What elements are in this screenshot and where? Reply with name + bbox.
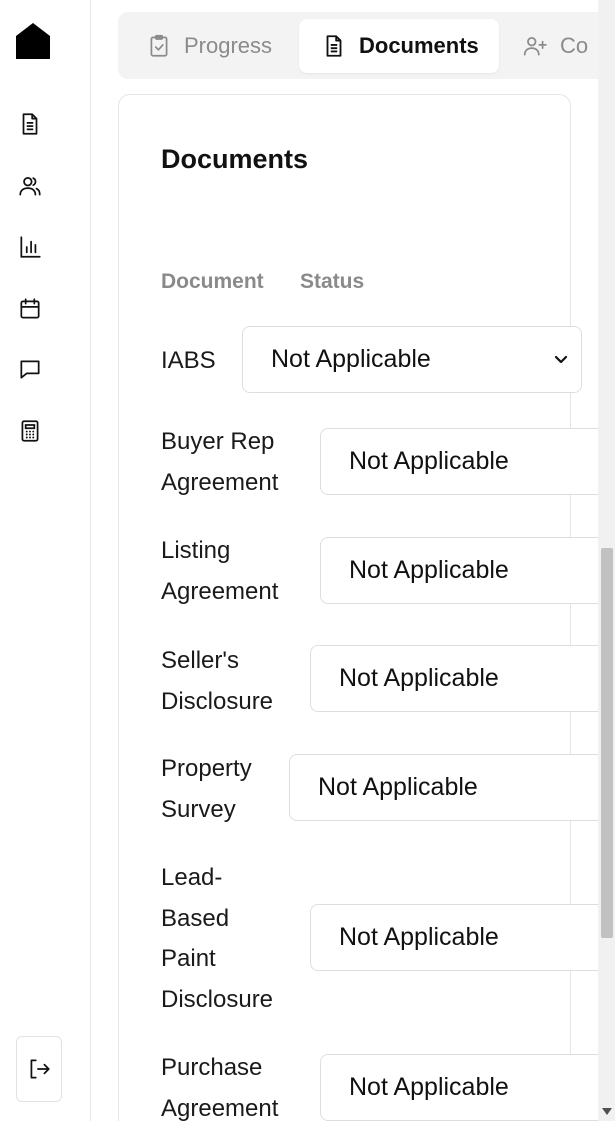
document-name: Seller's Disclosure [161,641,273,722]
clipboard-check-icon [150,34,168,57]
document-name: Purchase Agreement [161,1048,278,1121]
column-header-status: Status [300,270,365,293]
document-name-line: Property [161,755,252,782]
status-value: Not Applicable [318,773,478,801]
status-select[interactable]: Not Applicable [289,754,615,821]
scrollbar-thumb[interactable] [601,548,613,938]
status-value: Not Applicable [339,664,499,692]
document-icon [326,35,342,57]
logout-icon [30,1059,50,1079]
calendar-icon[interactable] [14,293,46,325]
document-name-line: Seller's [161,647,239,674]
document-name-line: Agreement [161,577,279,605]
status-select[interactable]: Not Applicable [320,537,615,604]
document-name-line: Survey [161,795,236,823]
status-value: Not Applicable [349,1073,509,1101]
home-icon[interactable] [15,22,51,60]
tab-contacts-label: Co [560,33,589,58]
status-value: Not Applicable [349,556,509,584]
calculator-icon[interactable] [14,415,46,447]
status-value: Not Applicable [339,923,499,951]
status-select[interactable]: Not Applicable [310,645,615,712]
document-name-line: IABS [161,347,216,374]
status-select[interactable]: Not Applicable [310,904,615,971]
chevron-down-icon [554,355,568,364]
tab-documents-label: Documents [359,33,479,58]
status-value: Not Applicable [271,345,431,373]
status-select[interactable]: Not Applicable [320,1054,615,1121]
tab-progress-label: Progress [184,33,273,58]
status-value: Not Applicable [349,447,509,475]
bar-chart-icon[interactable] [14,231,46,263]
document-name-line: Agreement [161,1094,279,1121]
document-name-line: Listing [161,537,231,564]
document-name: Lead- Based Paint Disclosure [161,858,273,1020]
document-name-line: Lead- [161,864,223,891]
tab-documents[interactable]: Documents [299,19,499,73]
document-name: Listing Agreement [161,531,278,612]
document-name-line: Disclosure [161,687,274,715]
column-header-document: Document [161,270,264,293]
users-icon[interactable] [14,170,46,202]
tab-bar: Progress Documents Co [118,12,615,79]
page-title: Documents [161,144,309,174]
document-name: Buyer Rep Agreement [161,422,278,503]
document-name-line: Purchase [161,1054,263,1081]
document-name-line: Based [161,904,230,932]
user-plus-icon [523,37,547,56]
status-select[interactable]: Not Applicable [320,428,615,495]
chat-icon[interactable] [14,353,46,385]
document-name-line: Buyer Rep [161,428,275,455]
status-select[interactable]: Not Applicable [242,326,582,393]
sidebar [0,0,91,1121]
document-name: Property Survey [161,749,252,830]
app-window: Progress Documents Co Documents Document… [0,0,615,1121]
tab-contacts[interactable]: Co [522,19,588,73]
scroll-down-arrow-icon[interactable] [602,1108,612,1116]
document-name: IABS [161,341,216,382]
logout-button[interactable] [16,1036,62,1102]
document-name-line: Agreement [161,468,279,496]
document-name-line: Disclosure [161,985,274,1013]
tab-progress[interactable]: Progress [146,19,272,73]
document-name-line: Paint [161,945,216,972]
document-icon[interactable] [14,108,46,140]
